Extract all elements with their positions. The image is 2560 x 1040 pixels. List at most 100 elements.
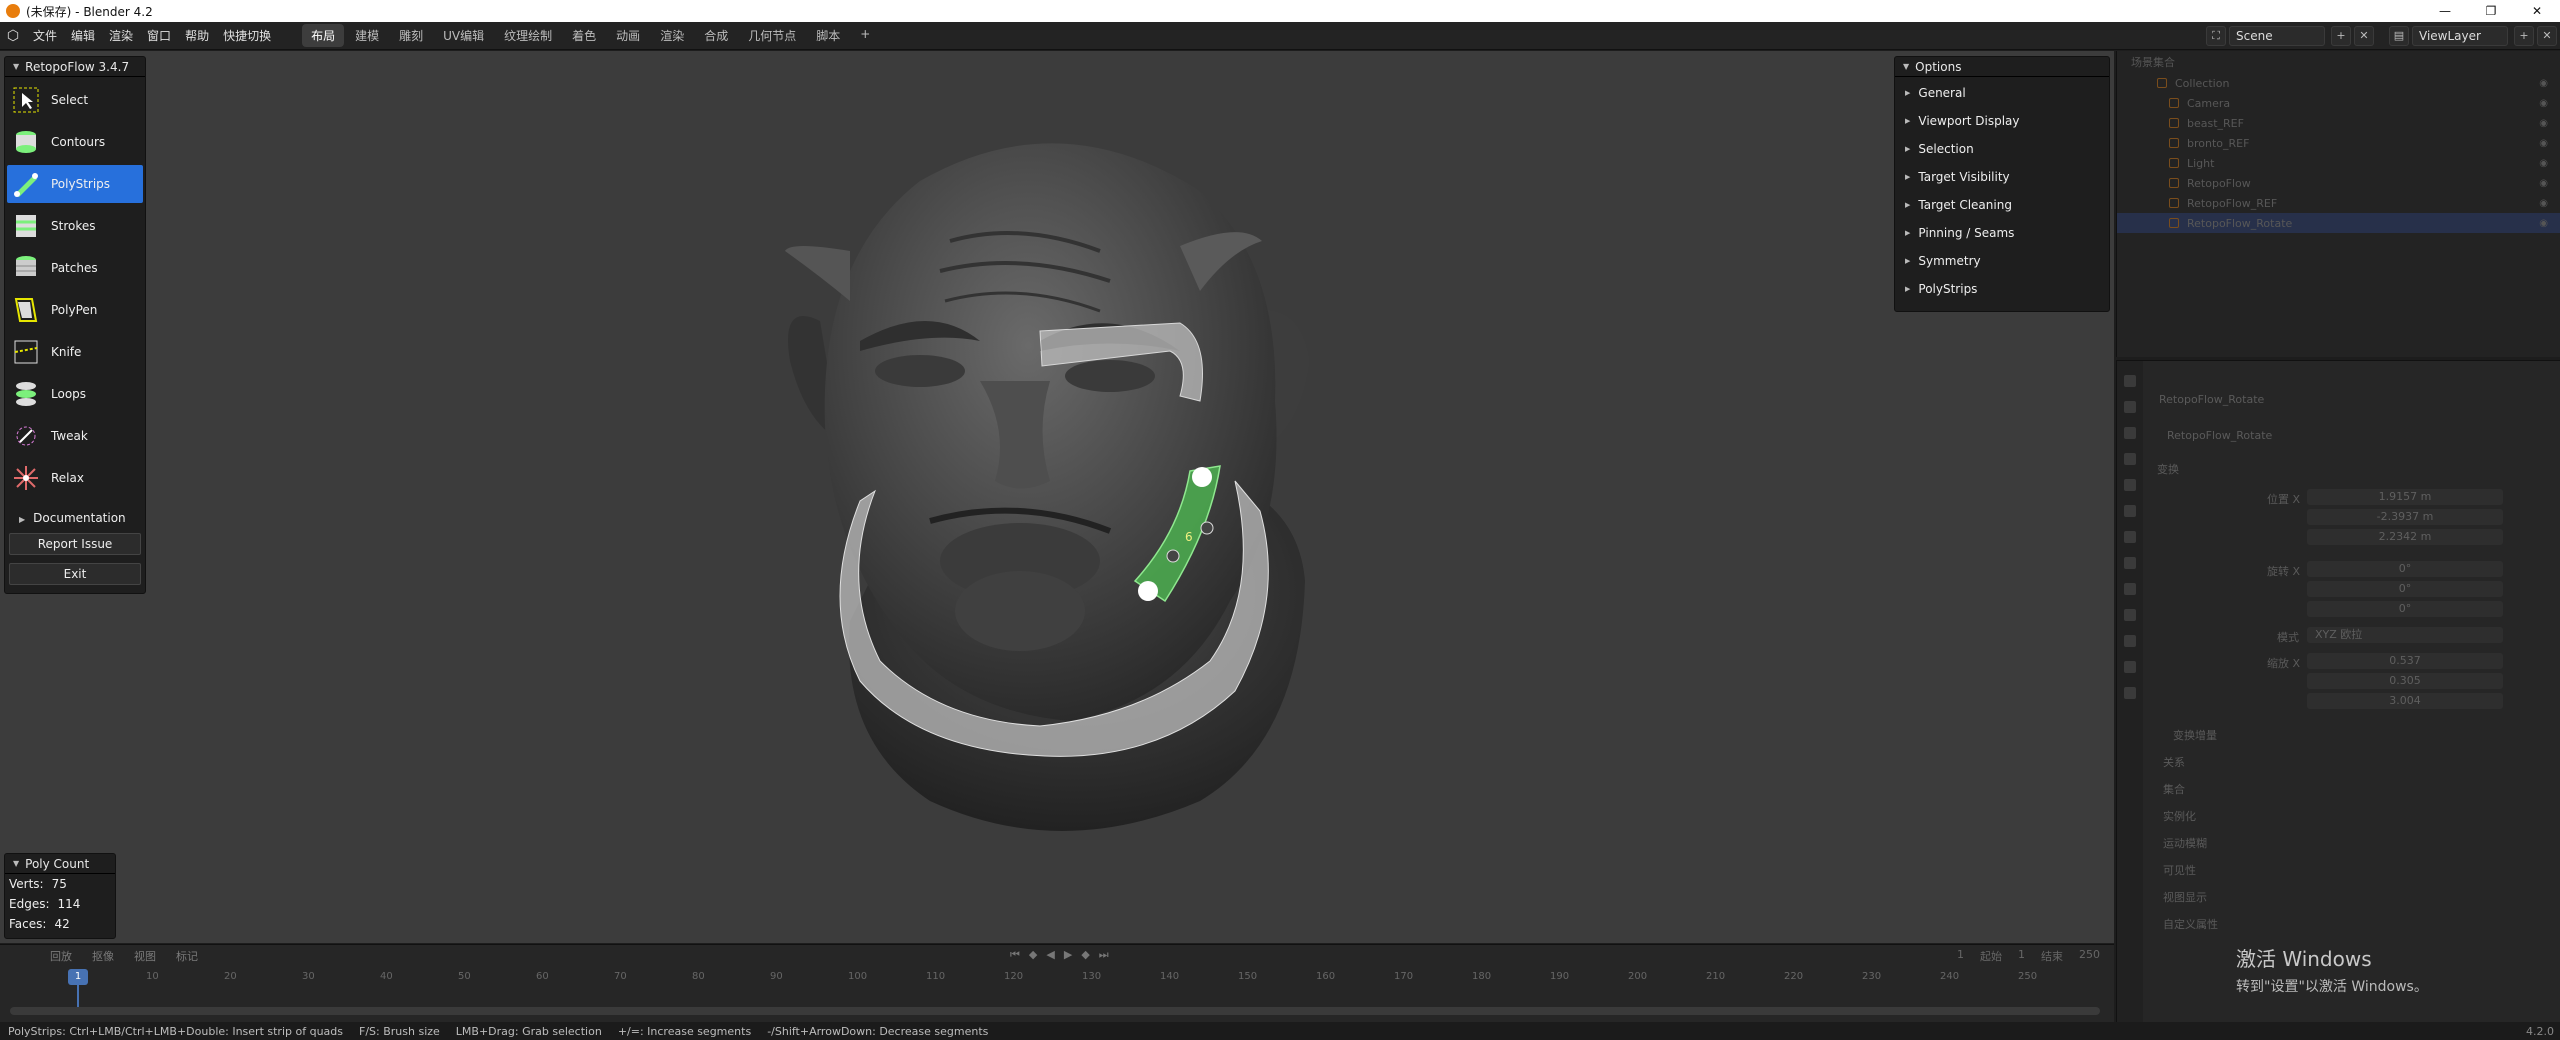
props-section[interactable]: 变换增量: [2173, 727, 2217, 743]
tool-relax[interactable]: Relax: [7, 459, 143, 497]
maximize-button[interactable]: ❐: [2468, 4, 2514, 18]
end-frame-field[interactable]: 250: [2079, 948, 2100, 964]
visibility-eye-icon[interactable]: ◉: [2539, 78, 2548, 89]
report-issue-button[interactable]: Report Issue: [9, 533, 141, 555]
tool-loops[interactable]: Loops: [7, 375, 143, 413]
scene-icon[interactable]: ⛶: [2206, 25, 2226, 46]
menu-window[interactable]: 窗口: [140, 27, 178, 44]
props-section[interactable]: 关系: [2163, 754, 2185, 770]
poly-count-header[interactable]: ▼ Poly Count: [5, 854, 115, 874]
tab-shading[interactable]: 着色: [563, 24, 605, 47]
tool-knife[interactable]: Knife: [7, 333, 143, 371]
tab-rendering[interactable]: 渲染: [651, 24, 693, 47]
menu-render[interactable]: 渲染: [102, 27, 140, 44]
exit-button[interactable]: Exit: [9, 563, 141, 585]
tool-contours[interactable]: Contours: [7, 123, 143, 161]
outliner-row[interactable]: bronto_REF ◉: [2117, 133, 2560, 153]
option-selection[interactable]: ▶ Selection: [1895, 135, 2109, 163]
scene-selector[interactable]: Scene: [2229, 25, 2325, 46]
option-symmetry[interactable]: ▶ Symmetry: [1895, 247, 2109, 275]
add-workspace-button[interactable]: +: [851, 24, 879, 47]
menu-help[interactable]: 帮助: [178, 27, 216, 44]
new-scene-icon[interactable]: +: [2331, 25, 2351, 46]
outliner-row[interactable]: RetopoFlow ◉: [2117, 173, 2560, 193]
collapse-caret-icon[interactable]: ▼: [13, 859, 19, 868]
ogre-head-model[interactable]: 6: [780, 101, 1340, 861]
collapse-caret-icon[interactable]: ▼: [13, 62, 19, 71]
play-icon[interactable]: ▶: [1064, 948, 1072, 962]
option-pinning-seams[interactable]: ▶ Pinning / Seams: [1895, 219, 2109, 247]
props-section[interactable]: 运动模糊: [2163, 835, 2207, 851]
close-button[interactable]: ✕: [2514, 4, 2560, 18]
tab-modeling[interactable]: 建模: [346, 24, 388, 47]
tab-texture-paint[interactable]: 纹理绘制: [495, 24, 561, 47]
tool-polystrips[interactable]: PolyStrips: [7, 165, 143, 203]
tool-patches[interactable]: Patches: [7, 249, 143, 287]
play-reverse-icon[interactable]: ◀: [1046, 948, 1054, 962]
timeline-scrollbar[interactable]: [10, 1007, 2100, 1015]
props-loc-z[interactable]: 2.2342 m: [2307, 529, 2503, 545]
props-scale-z[interactable]: 3.004: [2307, 693, 2503, 709]
props-section[interactable]: 集合: [2163, 781, 2185, 797]
strip-handle-top[interactable]: [1192, 467, 1212, 487]
tab-scripting[interactable]: 脚本: [807, 24, 849, 47]
delete-view-layer-icon[interactable]: ✕: [2537, 25, 2557, 46]
visibility-eye-icon[interactable]: ◉: [2539, 218, 2548, 229]
jump-start-icon[interactable]: ⏮: [1010, 948, 1020, 962]
tool-strokes[interactable]: Strokes: [7, 207, 143, 245]
next-keyframe-icon[interactable]: ◆: [1081, 948, 1089, 962]
strip-handle-mid2[interactable]: [1166, 549, 1180, 563]
outliner-row[interactable]: Camera ◉: [2117, 93, 2560, 113]
outliner-row[interactable]: Collection ◉: [2117, 73, 2560, 93]
prev-keyframe-icon[interactable]: ◆: [1029, 948, 1037, 962]
tab-compositing[interactable]: 合成: [695, 24, 737, 47]
timeline-menu-keying[interactable]: 抠像: [92, 948, 114, 964]
blender-logo-icon[interactable]: ⬡: [0, 28, 26, 44]
menu-edit[interactable]: 编辑: [64, 27, 102, 44]
props-scale-x[interactable]: 0.537: [2307, 653, 2503, 669]
tab-geometry-nodes[interactable]: 几何节点: [739, 24, 805, 47]
minimize-button[interactable]: —: [2422, 4, 2468, 18]
collapse-caret-icon[interactable]: ▼: [1903, 62, 1909, 71]
visibility-eye-icon[interactable]: ◉: [2539, 178, 2548, 189]
tab-uv-editing[interactable]: UV编辑: [434, 24, 493, 47]
options-panel-header[interactable]: ▼ Options: [1895, 57, 2109, 77]
outliner-row[interactable]: beast_REF ◉: [2117, 113, 2560, 133]
option-polystrips[interactable]: ▶ PolyStrips: [1895, 275, 2109, 303]
props-loc-x[interactable]: 1.9157 m: [2307, 489, 2503, 505]
strip-handle-bottom[interactable]: [1138, 581, 1158, 601]
outliner-row[interactable]: RetopoFlow_Rotate ◉: [2117, 213, 2560, 233]
timeline-menu-marker[interactable]: 标记: [176, 948, 198, 964]
props-section[interactable]: 自定义属性: [2163, 916, 2218, 932]
props-section[interactable]: 视图显示: [2163, 889, 2207, 905]
visibility-eye-icon[interactable]: ◉: [2539, 158, 2548, 169]
option-target-visibility[interactable]: ▶ Target Visibility: [1895, 163, 2109, 191]
props-loc-y[interactable]: -2.3937 m: [2307, 509, 2503, 525]
current-frame-field[interactable]: 1: [1957, 948, 1964, 964]
visibility-eye-icon[interactable]: ◉: [2539, 138, 2548, 149]
view-layer-selector[interactable]: ViewLayer: [2412, 25, 2508, 46]
props-rot-z[interactable]: 0°: [2307, 601, 2503, 617]
option-general[interactable]: ▶ General: [1895, 79, 2109, 107]
outliner-row[interactable]: Light ◉: [2117, 153, 2560, 173]
props-section-transform[interactable]: 变换: [2157, 461, 2179, 477]
outliner-row[interactable]: RetopoFlow_REF ◉: [2117, 193, 2560, 213]
timeline-menu-playback[interactable]: 回放: [50, 948, 72, 964]
tab-sculpting[interactable]: 雕刻: [390, 24, 432, 47]
timeline-ruler[interactable]: 1 10 20 30 40 50 60 70 80 90 100 110 120 130 140 150 16…: [0, 967, 2114, 1011]
tools-panel-header[interactable]: ▼ RetopoFlow 3.4.7: [5, 57, 145, 77]
props-object-name-field[interactable]: RetopoFlow_Rotate: [2167, 429, 2272, 442]
tool-tweak[interactable]: Tweak: [7, 417, 143, 455]
props-rot-x[interactable]: 0°: [2307, 561, 2503, 577]
delete-scene-icon[interactable]: ✕: [2354, 25, 2374, 46]
menu-file[interactable]: 文件: [26, 27, 64, 44]
tool-select[interactable]: Select: [7, 81, 143, 119]
tab-layout[interactable]: 布局: [302, 24, 345, 47]
tab-animation[interactable]: 动画: [607, 24, 649, 47]
timeline-menu-view[interactable]: 视图: [134, 948, 156, 964]
props-rot-y[interactable]: 0°: [2307, 581, 2503, 597]
documentation-toggle[interactable]: ▶ Documentation: [5, 511, 145, 525]
timeline-editor[interactable]: 回放 抠像 视图 标记 ⏮ ◆ ◀ ▶ ◆ ⏭ 1 起始 1 结束 250 1 …: [0, 944, 2114, 1022]
new-view-layer-icon[interactable]: +: [2514, 25, 2534, 46]
view-layer-icon[interactable]: ▤: [2389, 25, 2409, 46]
